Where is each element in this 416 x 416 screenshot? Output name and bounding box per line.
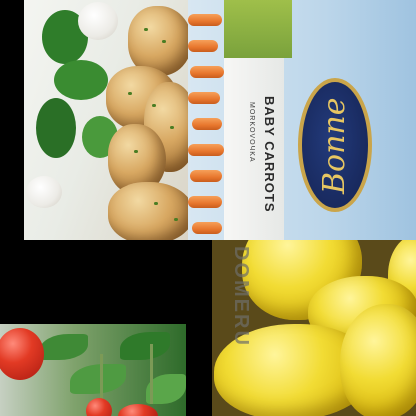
mushroom xyxy=(26,176,62,208)
potatoes-photo-tile xyxy=(24,0,188,240)
vine-stem xyxy=(150,344,153,404)
potato xyxy=(108,182,188,240)
tomatoes-photo-tile xyxy=(0,324,186,416)
tomato xyxy=(86,398,112,416)
brand-logo-text: Bonne xyxy=(317,97,352,195)
tomato xyxy=(0,328,44,380)
product-title: BABY CARROTS xyxy=(262,96,277,213)
baby-carrots-package-tile: Bonne BABY CARROTS MORKOVOЧKA xyxy=(188,0,416,240)
product-subtitle: MORKOVOЧKA xyxy=(248,102,255,163)
dill-sprig xyxy=(36,98,76,158)
tomato xyxy=(118,404,158,416)
dill-sprig xyxy=(54,60,108,100)
package-grass-band xyxy=(224,0,292,58)
mushroom xyxy=(78,2,118,40)
leaf xyxy=(120,332,170,360)
package-stamp-text: DOMERU xyxy=(230,246,252,347)
leaf xyxy=(70,364,126,394)
leaf xyxy=(40,334,88,360)
